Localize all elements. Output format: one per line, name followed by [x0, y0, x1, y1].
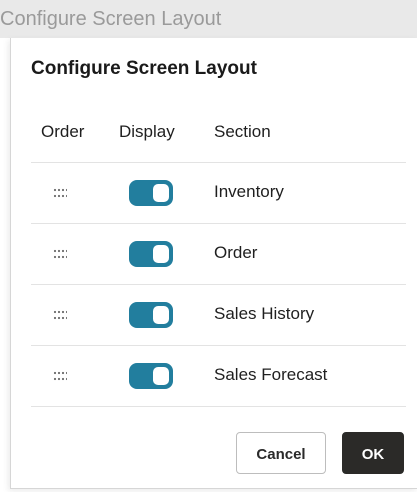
- column-header-section: Section: [214, 122, 271, 141]
- drag-handle-icon[interactable]: [53, 185, 67, 201]
- column-header-order: Order: [41, 122, 85, 141]
- toggle-knob: [153, 367, 169, 385]
- toggle-knob: [153, 245, 169, 263]
- cancel-button[interactable]: Cancel: [236, 432, 326, 474]
- dialog-title: Configure Screen Layout: [31, 58, 257, 79]
- ok-button[interactable]: OK: [342, 432, 404, 474]
- column-header-display: Display: [119, 122, 175, 141]
- section-label: Sales Forecast: [214, 365, 328, 384]
- section-list: Inventory Order Sales History Sales Fore…: [31, 162, 406, 407]
- section-label: Inventory: [214, 182, 284, 201]
- section-row: Sales History: [31, 284, 406, 345]
- window-title: Configure Screen Layout: [0, 0, 417, 38]
- toggle-knob: [153, 306, 169, 324]
- section-row: Sales Forecast: [31, 345, 406, 407]
- page: Configure Screen Layout Configure Screen…: [0, 0, 417, 492]
- configure-layout-dialog: Configure Screen Layout Order Display Se…: [10, 38, 417, 489]
- display-toggle-sales-forecast[interactable]: [129, 363, 173, 389]
- display-toggle-inventory[interactable]: [129, 180, 173, 206]
- section-label: Sales History: [214, 304, 315, 323]
- drag-handle-icon[interactable]: [53, 368, 67, 384]
- section-row: Order: [31, 223, 406, 284]
- drag-handle-icon[interactable]: [53, 307, 67, 323]
- display-toggle-order[interactable]: [129, 241, 173, 267]
- column-header-row: Order Display Section: [31, 122, 406, 152]
- display-toggle-sales-history[interactable]: [129, 302, 173, 328]
- drag-handle-icon[interactable]: [53, 246, 67, 262]
- section-row: Inventory: [31, 162, 406, 223]
- toggle-knob: [153, 184, 169, 202]
- section-label: Order: [214, 243, 258, 262]
